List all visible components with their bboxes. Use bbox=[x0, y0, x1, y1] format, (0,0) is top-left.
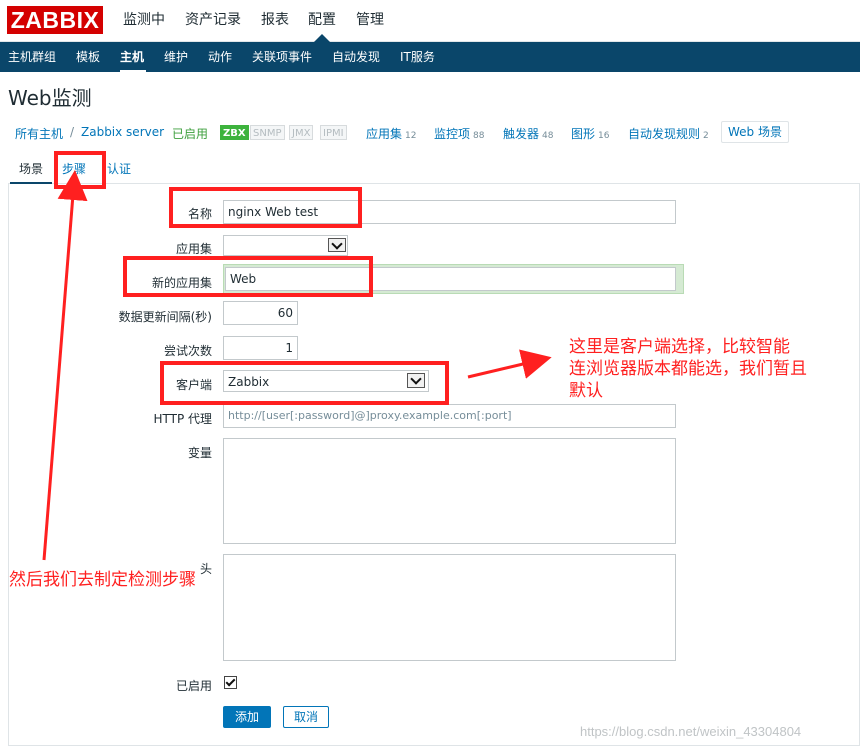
availability-snmp-badge: SNMP bbox=[250, 125, 285, 140]
tab-scenario[interactable]: 场景 bbox=[10, 154, 53, 184]
breadcrumb-web-scenarios[interactable]: Web 场景 bbox=[721, 121, 789, 143]
zabbix-logo[interactable]: ZABBIX bbox=[7, 6, 103, 34]
http-proxy-label: HTTP 代理 bbox=[153, 412, 212, 426]
sub-menu-correlation[interactable]: 关联项事件 bbox=[252, 42, 312, 72]
page-title: Web监测 bbox=[8, 86, 92, 110]
update-interval-input[interactable]: 60 bbox=[223, 301, 298, 325]
top-navigation: ZABBIX 监测中 资产记录 报表 配置 管理 bbox=[0, 0, 860, 42]
sub-menu-discovery[interactable]: 自动发现 bbox=[332, 42, 380, 72]
attempts-input[interactable]: 1 bbox=[223, 336, 298, 360]
checkmark-icon bbox=[225, 676, 236, 687]
sub-navigation: 主机群组 模板 主机 维护 动作 关联项事件 自动发现 IT服务 bbox=[0, 42, 860, 72]
attempts-label: 尝试次数 bbox=[163, 344, 212, 358]
sub-menu-actions[interactable]: 动作 bbox=[208, 42, 232, 72]
top-menu-reports[interactable]: 报表 bbox=[261, 0, 289, 42]
annotation-box-new-application bbox=[123, 256, 373, 297]
sub-menu-templates[interactable]: 模板 bbox=[76, 42, 100, 72]
annotation-box-agent bbox=[160, 361, 449, 405]
client-selection-note: 这里是客户端选择，比较智能 连浏览器版本都能选，我们暂且 默认 bbox=[569, 337, 807, 401]
watermark: https://blog.csdn.net/weixin_43304804 bbox=[580, 724, 802, 739]
host-breadcrumb-bar: 所有主机 / Zabbix server 已启用 ZBX SNMP JMX IP… bbox=[0, 118, 860, 148]
top-menu-monitoring[interactable]: 监测中 bbox=[123, 0, 165, 42]
breadcrumb-all-hosts[interactable]: 所有主机 bbox=[15, 125, 63, 142]
add-button[interactable]: 添加 bbox=[223, 706, 271, 728]
variables-textarea[interactable] bbox=[223, 438, 676, 544]
breadcrumb-separator: / bbox=[70, 125, 75, 139]
application-select[interactable] bbox=[223, 235, 348, 256]
breadcrumb-applications[interactable]: 应用集 12 bbox=[366, 125, 416, 142]
sub-menu-host-groups[interactable]: 主机群组 bbox=[8, 42, 56, 72]
cancel-button[interactable]: 取消 bbox=[283, 706, 329, 728]
host-status[interactable]: 已启用 bbox=[172, 125, 208, 142]
sub-menu-it-services[interactable]: IT服务 bbox=[400, 42, 435, 72]
active-submenu-underline bbox=[120, 70, 146, 72]
breadcrumb-host[interactable]: Zabbix server bbox=[81, 125, 164, 139]
enabled-checkbox[interactable] bbox=[224, 676, 237, 689]
breadcrumb-discovery-rules[interactable]: 自动发现规则 2 bbox=[628, 125, 709, 142]
availability-zbx-badge: ZBX bbox=[220, 125, 249, 140]
annotation-box-name bbox=[169, 187, 362, 228]
application-label: 应用集 bbox=[175, 242, 212, 256]
headers-textarea[interactable] bbox=[223, 554, 676, 661]
variables-label: 变量 bbox=[187, 446, 212, 460]
form-tabs: 场景 步骤 认证 bbox=[8, 154, 860, 184]
breadcrumb-items[interactable]: 监控项 88 bbox=[434, 125, 484, 142]
availability-jmx-badge: JMX bbox=[289, 125, 314, 140]
define-steps-note: 然后我们去制定检测步骤 bbox=[9, 570, 196, 590]
active-menu-indicator bbox=[314, 34, 330, 42]
availability-ipmi-badge: IPMI bbox=[320, 125, 347, 140]
annotation-box-steps-tab bbox=[54, 151, 106, 189]
sub-menu-maintenance[interactable]: 维护 bbox=[164, 42, 188, 72]
top-menu-administration[interactable]: 管理 bbox=[356, 0, 384, 42]
sub-menu-hosts[interactable]: 主机 bbox=[120, 42, 144, 72]
update-interval-label: 数据更新间隔(秒) bbox=[118, 310, 212, 324]
top-menu-inventory[interactable]: 资产记录 bbox=[185, 0, 241, 42]
enabled-label: 已启用 bbox=[175, 679, 212, 693]
breadcrumb-graphs[interactable]: 图形 16 bbox=[571, 125, 609, 142]
breadcrumb-triggers[interactable]: 触发器 48 bbox=[503, 125, 553, 142]
http-proxy-input[interactable]: http://[user[:password]@]proxy.example.c… bbox=[223, 404, 676, 428]
chevron-down-icon[interactable] bbox=[328, 238, 346, 252]
